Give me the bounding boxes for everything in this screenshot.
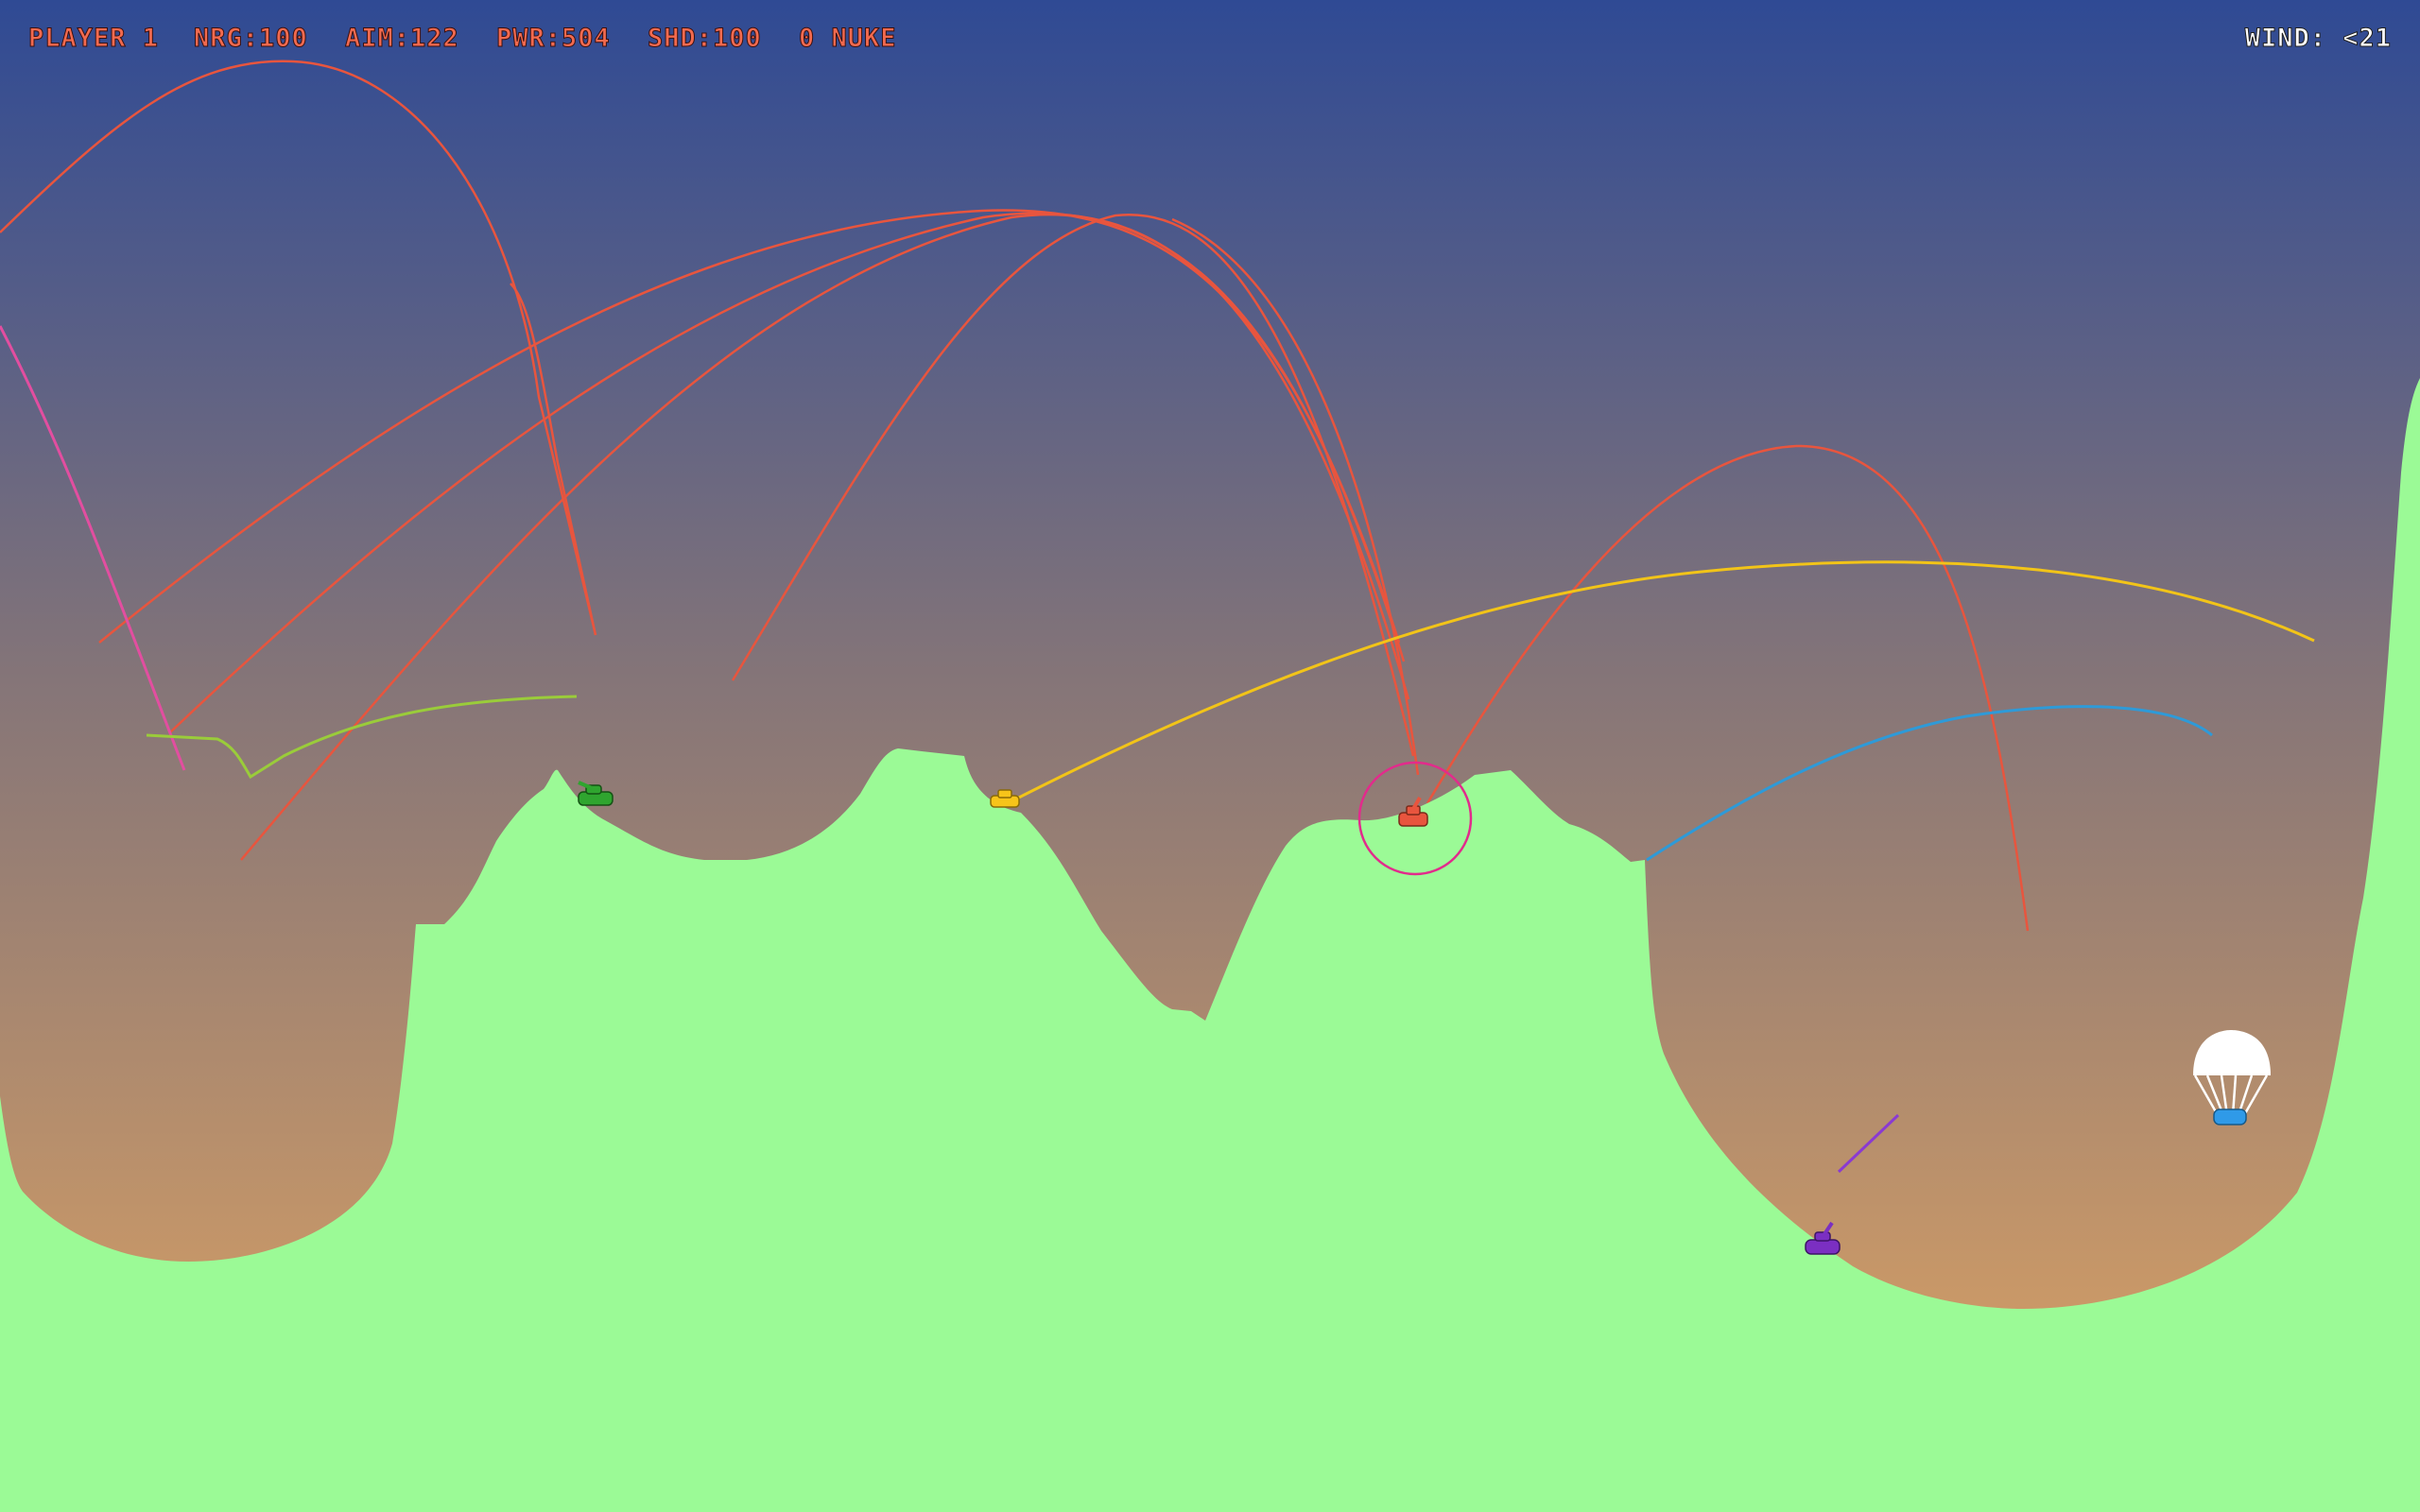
hud-player: PLAYER 1 [27,24,160,54]
battlefield[interactable] [0,0,2420,1512]
hud-wind: WIND: <21 [2244,24,2392,54]
hud-aim: AIM:122 [345,24,459,54]
hud-power: PWR:504 [496,24,611,54]
hud-weapon: 0 NUKE [799,24,897,54]
hud-energy: NRG:100 [194,24,308,54]
game-screen[interactable]: PLAYER 1 NRG:100 AIM:122 PWR:504 SHD:100… [0,0,2420,1512]
hud-shield: SHD:100 [648,24,762,54]
